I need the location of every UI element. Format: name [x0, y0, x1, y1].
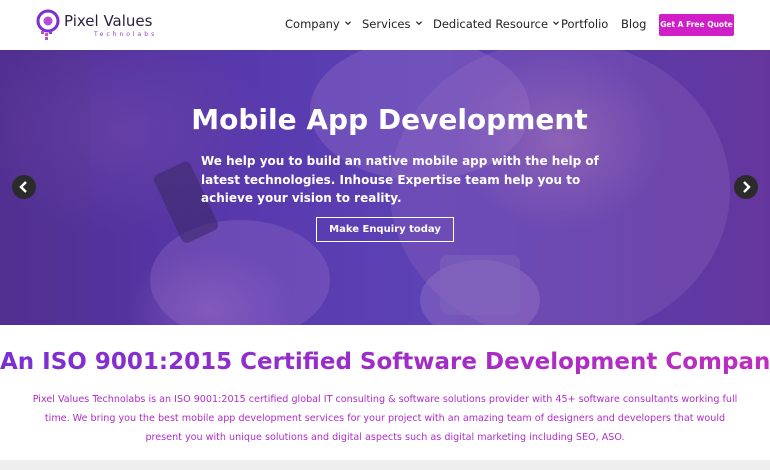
hero-description: We help you to build an native mobile ap… [201, 154, 599, 205]
nav-item-label: Portfolio [561, 17, 609, 31]
nav-item-label: Company [285, 17, 340, 31]
carousel-next-button[interactable] [734, 175, 758, 199]
brand-tagline: Technolabs [94, 31, 158, 38]
hero-title: Mobile App Development [191, 103, 588, 136]
section-divider [0, 460, 770, 470]
brand-name: Pixel Values [64, 12, 153, 30]
nav-item-label: Services [362, 17, 411, 31]
chevron-down-icon [415, 21, 422, 26]
nav-item-services[interactable]: Services [362, 17, 422, 31]
chevron-down-icon [553, 21, 560, 26]
chevron-left-icon [19, 181, 27, 193]
intro-heading-text: An ISO 9001:2015 Certified Software Deve… [0, 349, 770, 375]
intro-heading: An ISO 9001:2015 Certified Software Deve… [0, 349, 770, 375]
carousel-prev-button[interactable] [12, 175, 36, 199]
intro-paragraph: Pixel Values Technolabs is an ISO 9001:2… [32, 394, 738, 443]
chevron-right-icon [743, 181, 751, 193]
site-header: Pixel Values Technolabs Company Services… [0, 0, 770, 50]
nav-item-label: Dedicated Resource [433, 17, 549, 31]
make-enquiry-button[interactable]: Make Enquiry today [316, 217, 454, 242]
logo-mark-icon [36, 9, 60, 40]
brand-logo[interactable]: Pixel Values Technolabs [36, 9, 156, 41]
nav-item-company[interactable]: Company [285, 17, 351, 31]
nav-item-label: Blog [621, 17, 647, 31]
hero-banner: Mobile App Development We help you to bu… [0, 50, 770, 325]
get-free-quote-button[interactable]: Get A Free Quote [659, 14, 734, 36]
nav-item-dedicated-resource[interactable]: Dedicated Resource [433, 17, 560, 31]
nav-item-blog[interactable]: Blog [621, 17, 646, 31]
chevron-down-icon [344, 21, 351, 26]
nav-item-portfolio[interactable]: Portfolio [561, 17, 608, 31]
